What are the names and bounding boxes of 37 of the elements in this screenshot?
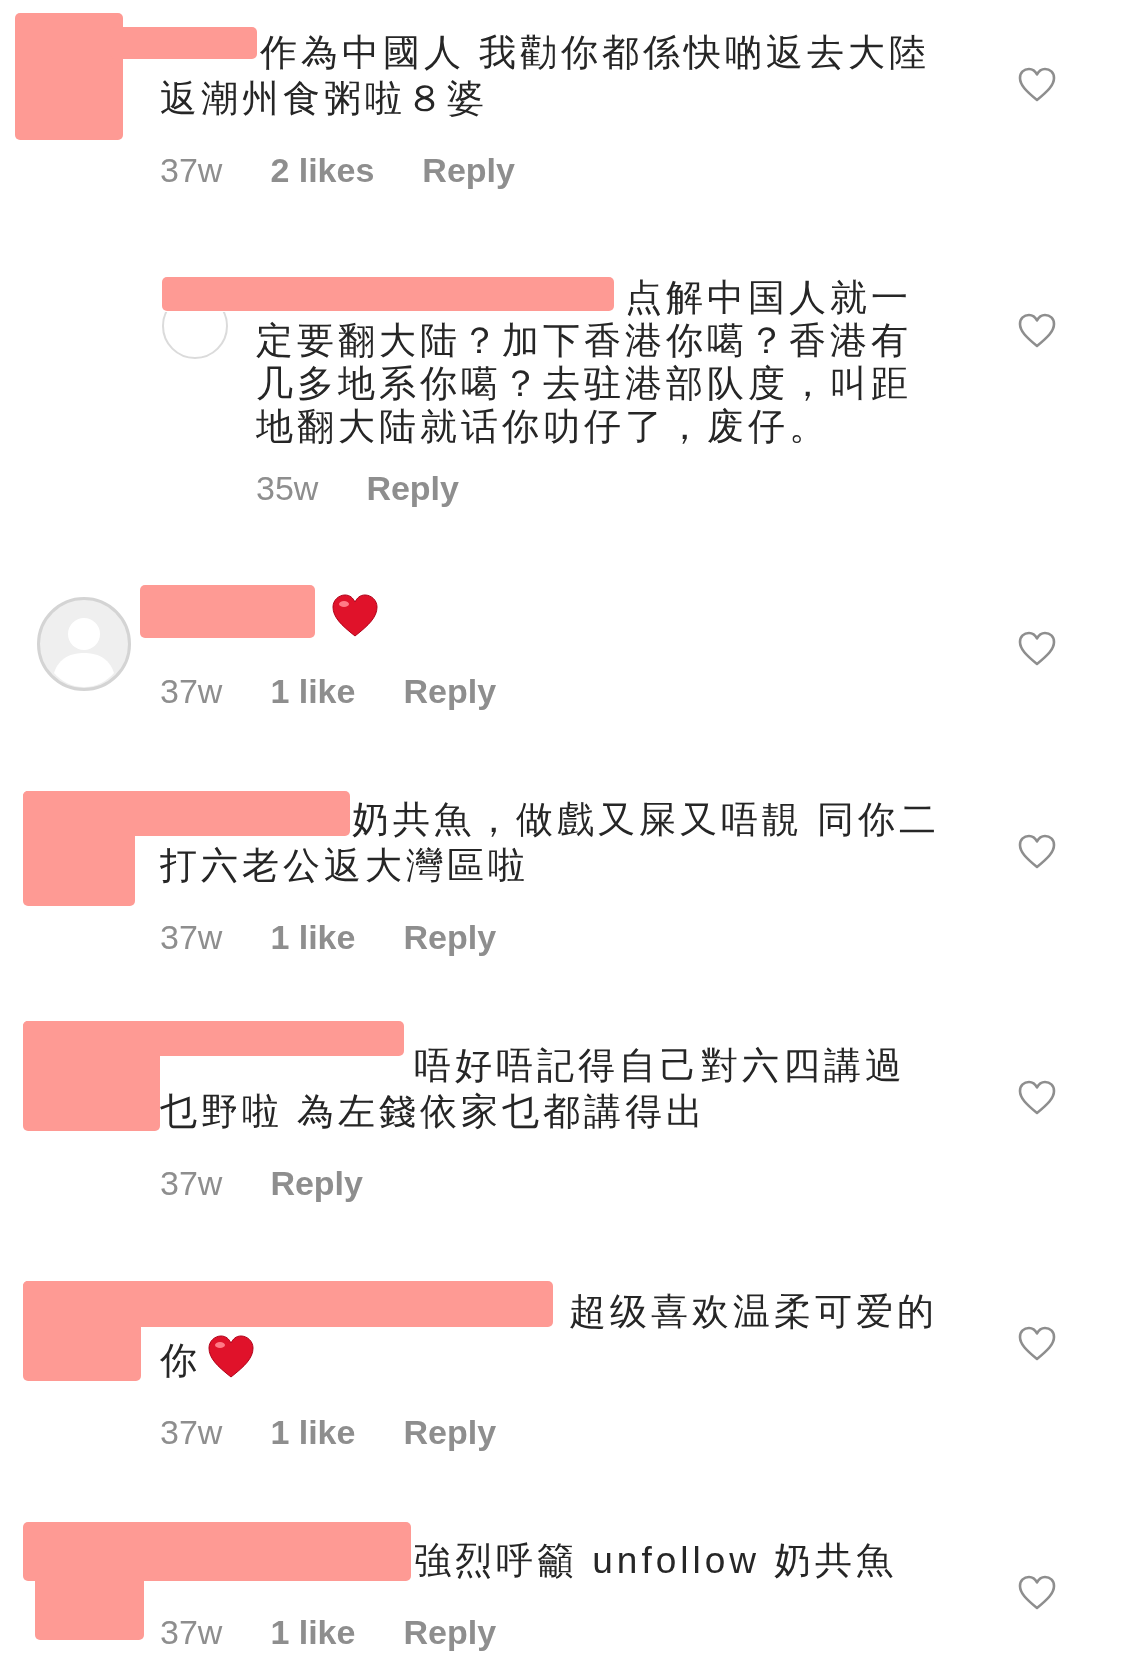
comment-text: 点解中国人就一: [625, 276, 912, 319]
timestamp: 35w: [256, 467, 319, 509]
likes-link[interactable]: 1 like: [270, 1406, 356, 1458]
reply-link[interactable]: Reply: [403, 1606, 497, 1658]
like-heart-icon[interactable]: [1018, 1575, 1056, 1611]
reply-link[interactable]: Reply: [403, 1406, 497, 1458]
likes-link[interactable]: 1 like: [270, 911, 356, 963]
comment-text: 唔好唔記得自己對六四講過: [414, 1044, 906, 1088]
comment-text: 定要翻大陆？加下香港你噶？香港有 几多地系你噶？去驻港部队度，叫距 地翻大陆就话你叻仔了，废仔。: [256, 319, 912, 448]
reply-link[interactable]: Reply: [270, 1157, 363, 1209]
timestamp: 37w: [160, 1162, 223, 1204]
likes-link[interactable]: 2 likes: [270, 144, 375, 196]
comment-text: 奶共魚，做戲又屎又唔靚 同你二: [352, 798, 941, 842]
like-heart-icon[interactable]: [1018, 1326, 1056, 1362]
like-heart-icon[interactable]: [1018, 631, 1056, 667]
like-heart-icon[interactable]: [1018, 67, 1056, 103]
comment-text: 你: [160, 1335, 255, 1384]
comment-text: 打六老公返大灣區啦: [160, 844, 529, 888]
reply-link[interactable]: Reply: [403, 911, 497, 963]
reply-link[interactable]: Reply: [422, 144, 515, 196]
likes-link[interactable]: 1 like: [270, 1606, 356, 1658]
comment-text: 強烈呼籲 unfollow 奶共魚: [414, 1539, 898, 1583]
likes-link[interactable]: 1 like: [270, 665, 356, 717]
timestamp: 37w: [160, 1611, 223, 1653]
timestamp: 37w: [160, 916, 223, 958]
reply-link[interactable]: Reply: [403, 665, 497, 717]
comment-text: 返潮州食粥啦８婆: [160, 77, 488, 121]
comment-text: 乜野啦 為左錢依家乜都講得出: [160, 1090, 708, 1134]
timestamp: 37w: [160, 1411, 223, 1453]
like-heart-icon[interactable]: [1018, 313, 1056, 349]
reply-link[interactable]: Reply: [366, 462, 459, 514]
timestamp: 37w: [160, 149, 223, 191]
comment-text: 超级喜欢温柔可爱的: [569, 1290, 938, 1334]
like-heart-icon[interactable]: [1018, 1080, 1056, 1116]
like-heart-icon[interactable]: [1018, 834, 1056, 870]
comment-text: 作為中國人 我勸你都係快啲返去大陸: [260, 31, 931, 75]
timestamp: 37w: [160, 670, 223, 712]
